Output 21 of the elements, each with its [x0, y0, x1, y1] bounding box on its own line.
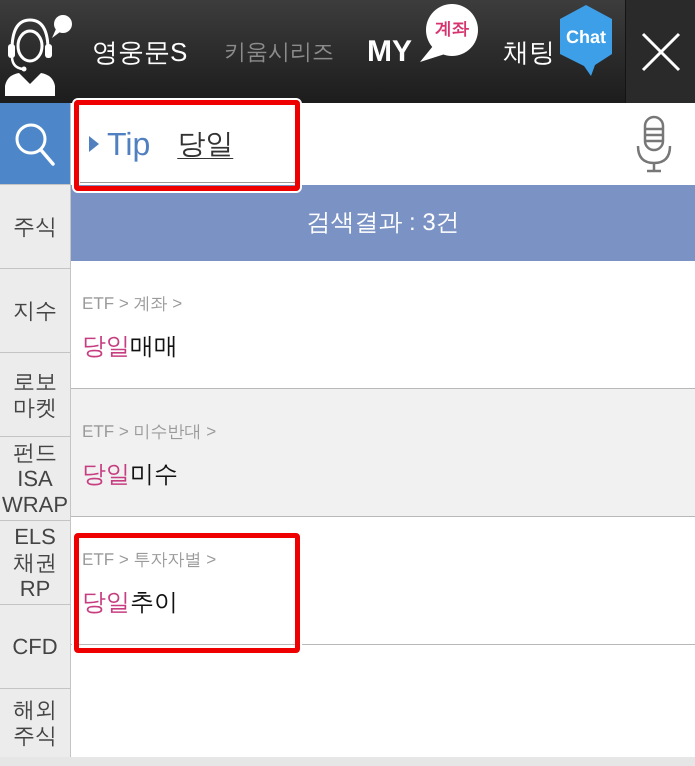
- results-header: 검색결과 : 3건: [71, 185, 695, 261]
- result-item[interactable]: ETF > 미수반대 > 당일 미수: [71, 389, 695, 517]
- breadcrumb-path: ETF > 계좌 >: [82, 293, 182, 315]
- result-title: 당일추이: [82, 588, 178, 618]
- breadcrumb-path: ETF > 투자자별 >: [82, 549, 216, 571]
- close-button[interactable]: [625, 0, 695, 103]
- tip-button[interactable]: Tip: [89, 128, 150, 160]
- header-tab[interactable]: 키움시리즈: [220, 32, 354, 70]
- close-icon: [640, 32, 680, 72]
- result-title: 당일 미수: [82, 460, 178, 490]
- search-icon: [15, 122, 55, 166]
- chat-button[interactable]: 채팅: [500, 38, 558, 64]
- triangle-icon: [89, 136, 99, 152]
- my-account-button[interactable]: MY: [364, 36, 415, 66]
- search-field[interactable]: 당일: [169, 114, 636, 174]
- result-title: 당일매매: [82, 332, 178, 362]
- breadcrumb-path: ETF > 미수반대 >: [82, 421, 216, 443]
- chat-hexagon-badge: Chat: [559, 4, 613, 76]
- header-tab[interactable]: 영웅문S: [88, 30, 216, 72]
- microphone-icon[interactable]: [636, 115, 672, 173]
- search-tab[interactable]: [0, 103, 70, 185]
